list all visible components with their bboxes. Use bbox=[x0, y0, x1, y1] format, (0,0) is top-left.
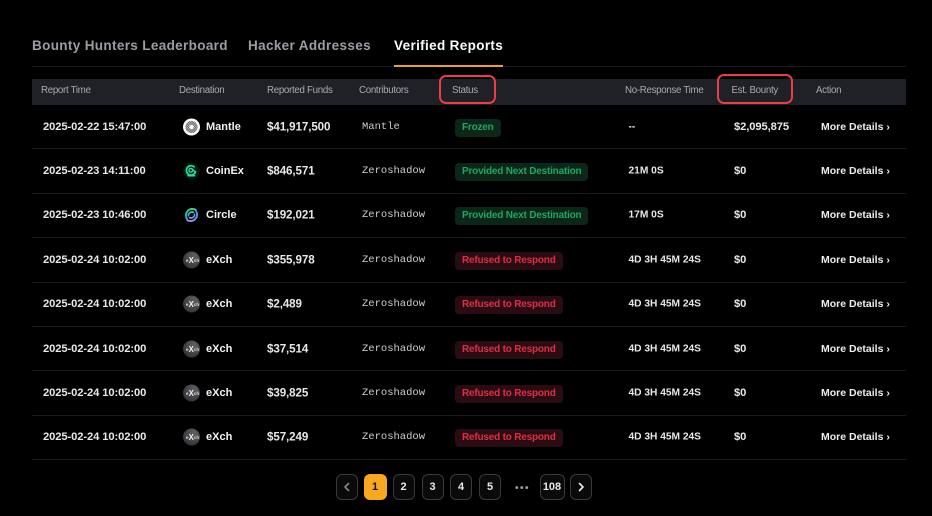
svg-text:ch: ch bbox=[194, 391, 200, 396]
svg-text:ch: ch bbox=[194, 347, 200, 352]
svg-text:ch: ch bbox=[194, 435, 200, 440]
svg-text:ch: ch bbox=[194, 258, 200, 263]
svg-text:ch: ch bbox=[194, 302, 200, 307]
